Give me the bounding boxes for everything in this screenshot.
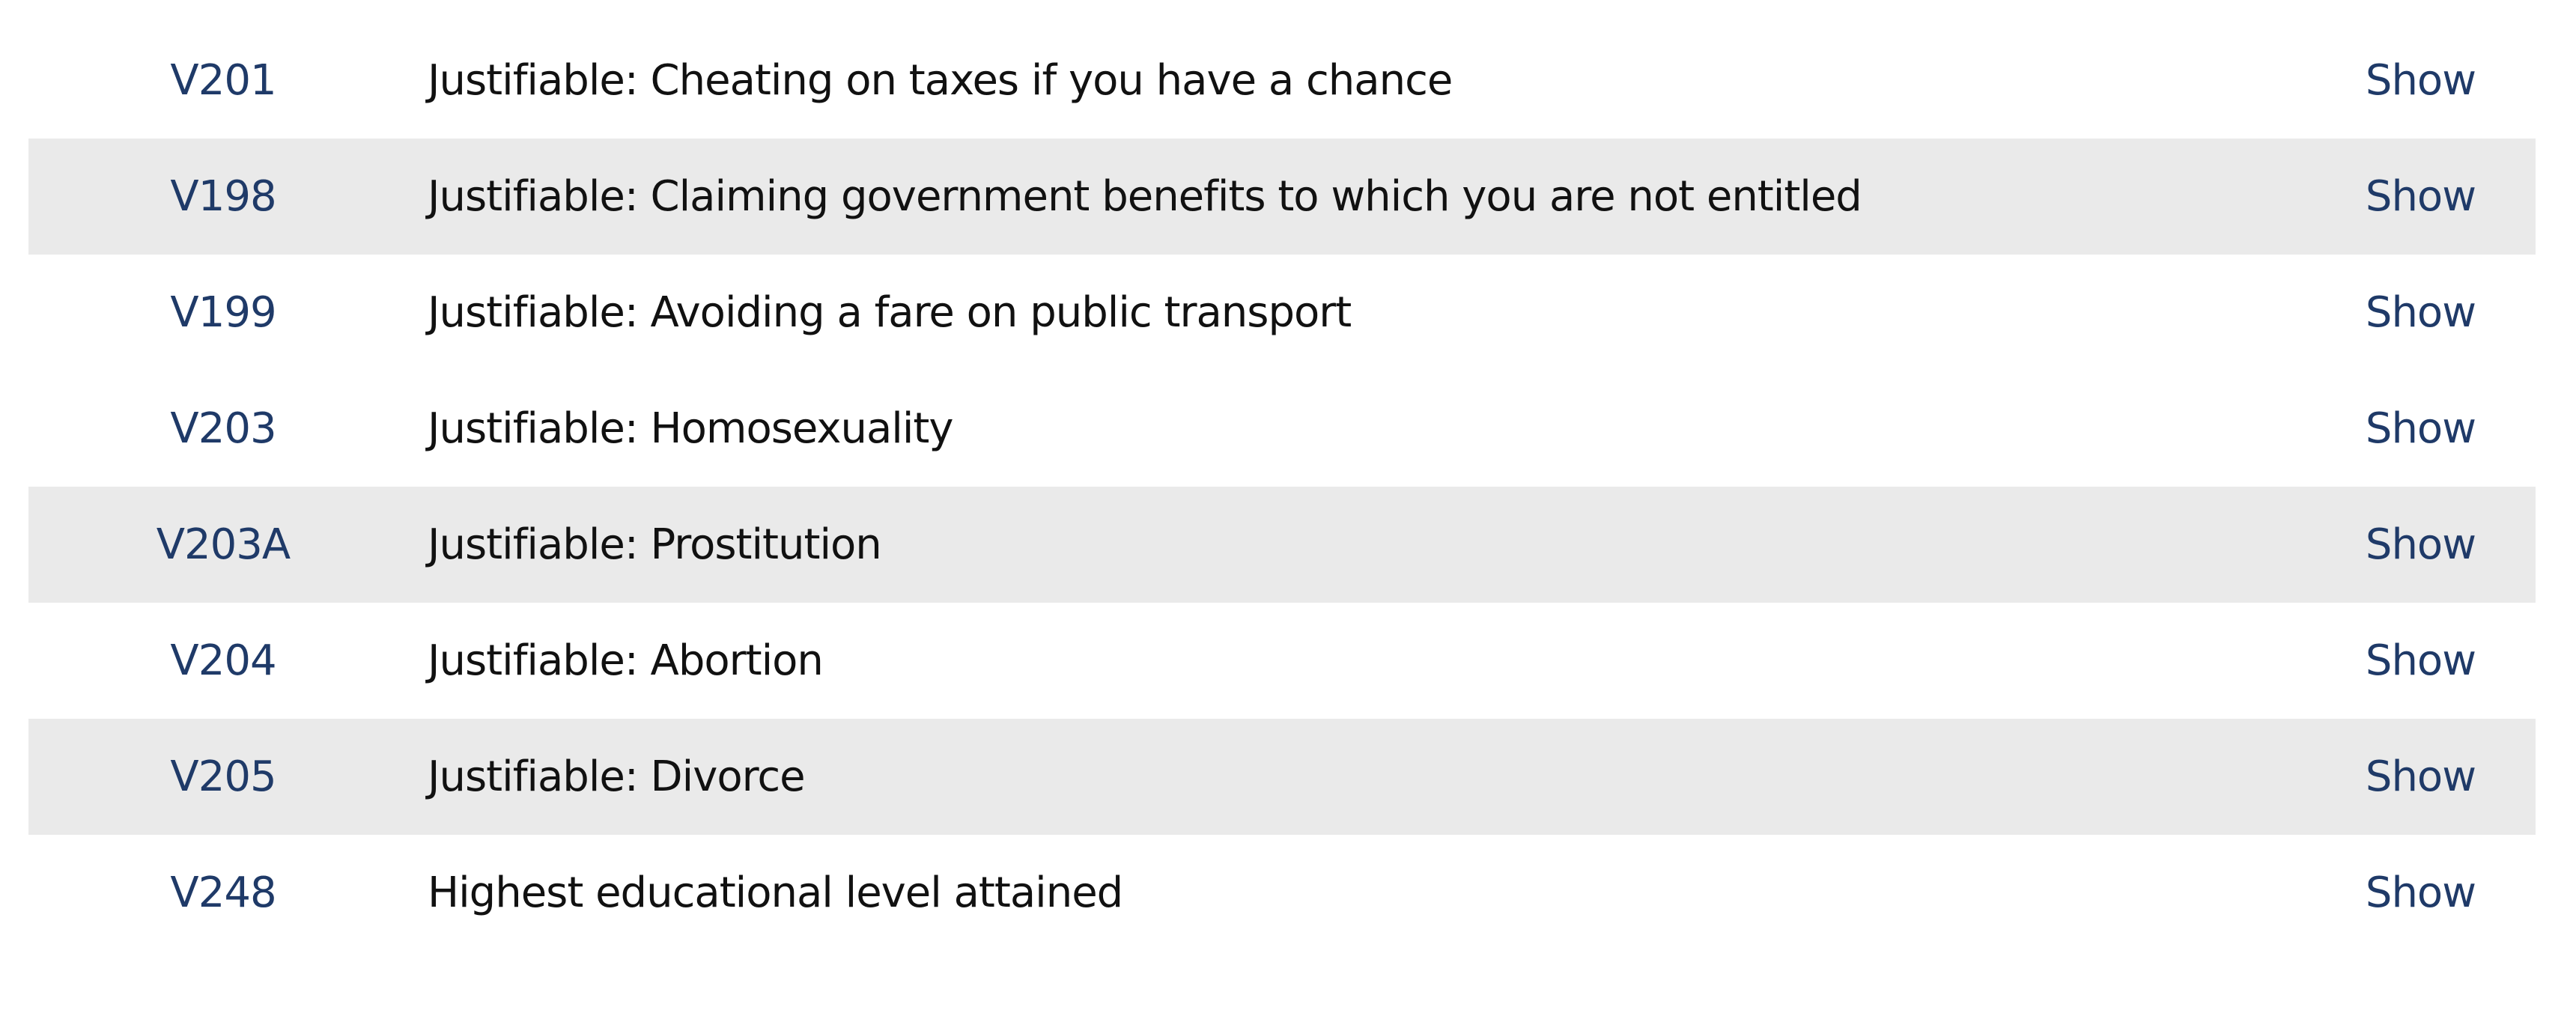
table-row: V205 Justifiable: Divorce Show xyxy=(28,719,2536,835)
variable-code-link[interactable]: V203 xyxy=(28,371,418,487)
variable-label: Justifiable: Cheating on taxes if you ha… xyxy=(428,56,1453,105)
table-row: V248 Highest educational level attained … xyxy=(28,835,2536,951)
show-link[interactable]: Show xyxy=(2366,835,2476,951)
table-row: V204 Justifiable: Abortion Show xyxy=(28,603,2536,719)
show-link[interactable]: Show xyxy=(2366,487,2476,603)
show-link[interactable]: Show xyxy=(2366,255,2476,371)
variable-label: Highest educational level attained xyxy=(428,869,1123,917)
variable-label: Justifiable: Claiming government benefit… xyxy=(428,172,1862,221)
variable-label: Justifiable: Avoiding a fare on public t… xyxy=(428,288,1352,337)
show-link[interactable]: Show xyxy=(2366,139,2476,255)
variable-code-link[interactable]: V248 xyxy=(28,835,418,951)
table-row: V201 Justifiable: Cheating on taxes if y… xyxy=(28,22,2536,139)
table-row: V203 Justifiable: Homosexuality Show xyxy=(28,371,2536,487)
variables-table: V201 Justifiable: Cheating on taxes if y… xyxy=(28,22,2536,951)
variable-label: Justifiable: Divorce xyxy=(428,752,806,801)
show-link[interactable]: Show xyxy=(2366,371,2476,487)
variable-label: Justifiable: Abortion xyxy=(428,636,824,685)
table-row: V199 Justifiable: Avoiding a fare on pub… xyxy=(28,255,2536,371)
variable-code-link[interactable]: V205 xyxy=(28,719,418,835)
show-link[interactable]: Show xyxy=(2366,22,2476,139)
variable-code-link[interactable]: V203A xyxy=(28,487,418,603)
show-link[interactable]: Show xyxy=(2366,719,2476,835)
variable-code-link[interactable]: V204 xyxy=(28,603,418,719)
table-row: V203A Justifiable: Prostitution Show xyxy=(28,487,2536,603)
variable-code-link[interactable]: V198 xyxy=(28,139,418,255)
table-row: V198 Justifiable: Claiming government be… xyxy=(28,139,2536,255)
variable-code-link[interactable]: V199 xyxy=(28,255,418,371)
variable-code-link[interactable]: V201 xyxy=(28,22,418,139)
show-link[interactable]: Show xyxy=(2366,603,2476,719)
variable-label: Justifiable: Prostitution xyxy=(428,520,882,569)
variable-label: Justifiable: Homosexuality xyxy=(428,404,954,453)
